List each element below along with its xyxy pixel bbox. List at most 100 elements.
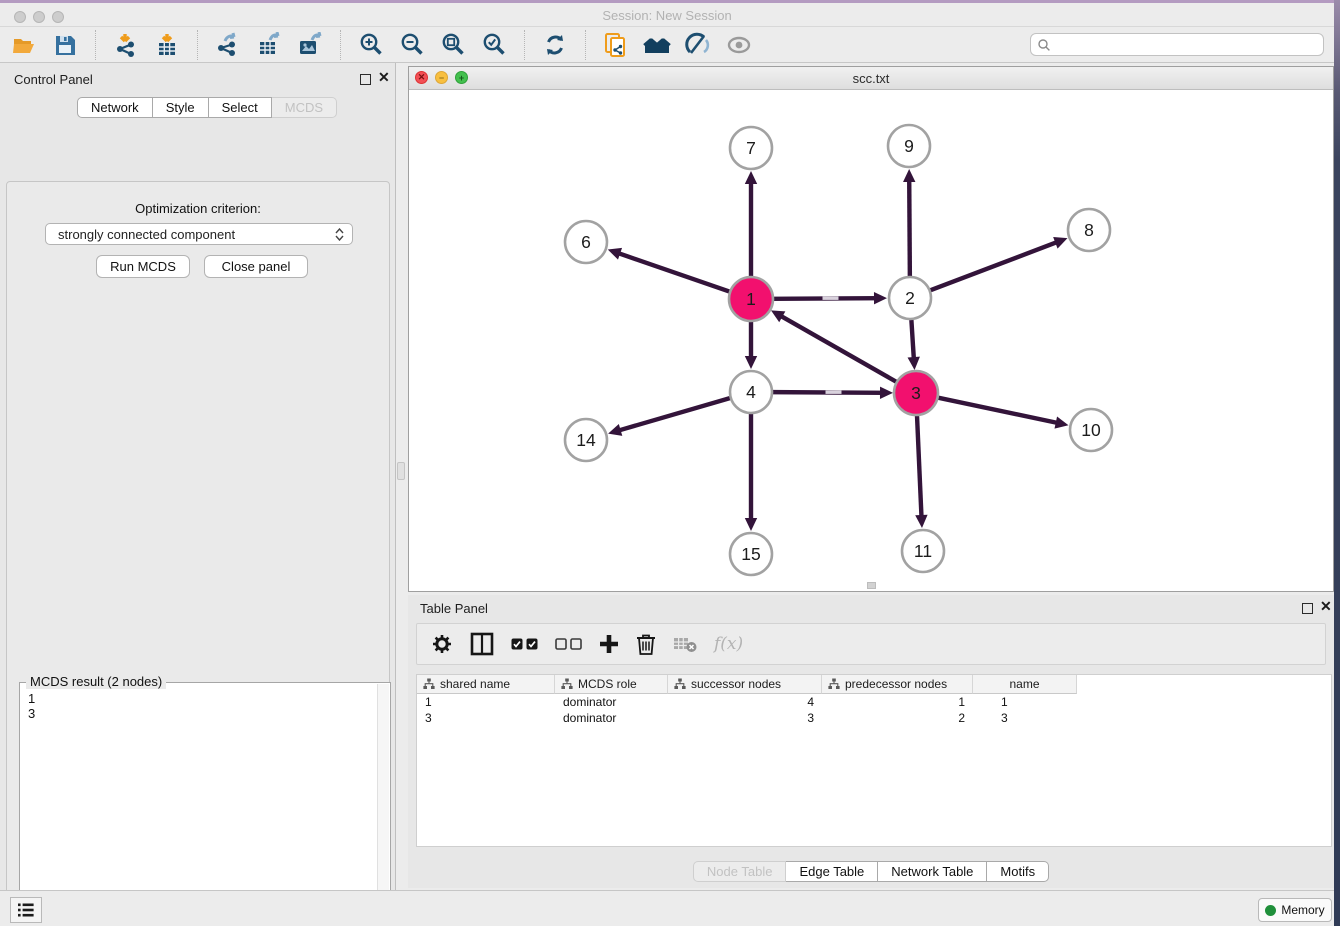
graph-edge-2-8[interactable] (931, 241, 1060, 290)
status-bar: Memory (0, 890, 1334, 926)
criterion-dropdown-value: strongly connected component (58, 227, 235, 242)
table-cell: dominator (555, 710, 668, 726)
graph-node-label: 1 (746, 289, 756, 309)
table-cell: dominator (555, 694, 668, 710)
memory-status-dot (1265, 905, 1276, 916)
delete-row-trash-icon[interactable] (636, 630, 656, 658)
float-panel-icon[interactable] (360, 74, 371, 85)
tab-select[interactable]: Select (209, 97, 272, 118)
graph-node-label: 7 (746, 138, 756, 158)
close-panel-icon[interactable]: ✕ (378, 69, 390, 86)
network-resize-handle[interactable] (867, 582, 876, 589)
run-mcds-button[interactable]: Run MCDS (96, 255, 190, 278)
tab-network-table[interactable]: Network Table (878, 861, 987, 882)
edge-arrowhead-icon (903, 169, 915, 182)
close-table-panel-icon[interactable]: ✕ (1320, 598, 1332, 615)
tab-mcds[interactable]: MCDS (272, 97, 337, 118)
graph-node-label: 3 (911, 383, 921, 403)
hierarchy-icon (828, 678, 840, 690)
zoom-fit-icon[interactable] (439, 31, 467, 59)
graph-edge-4-14[interactable] (617, 398, 730, 431)
hierarchy-icon (674, 678, 686, 690)
table-row[interactable]: 1dominator411 (417, 694, 1331, 710)
memory-button-label: Memory (1281, 903, 1324, 917)
graph-edge-2-3[interactable] (911, 320, 914, 361)
node-table[interactable]: shared nameMCDS role successor nodes prede… (416, 674, 1332, 847)
splitter-handle[interactable] (397, 462, 405, 480)
network-canvas[interactable]: 7968124314101511 (409, 90, 1333, 591)
optimization-criterion-label: Optimization criterion: (7, 201, 389, 216)
network-from-selection-icon[interactable] (602, 31, 630, 59)
export-table-icon[interactable] (255, 31, 283, 59)
search-input[interactable] (1055, 38, 1317, 52)
criterion-dropdown[interactable]: strongly connected component (45, 223, 353, 245)
graph-edge-3-11[interactable] (917, 415, 922, 519)
apply-layout-icon[interactable] (541, 31, 569, 59)
export-image-icon[interactable] (296, 31, 324, 59)
float-table-panel-icon[interactable] (1302, 603, 1313, 614)
graph-edge-2-9[interactable] (909, 178, 910, 276)
table-cell: 3 (973, 710, 1077, 726)
edge-arrowhead-icon (745, 518, 757, 531)
toolbar-separator (524, 30, 525, 60)
column-header-name[interactable]: name (973, 675, 1077, 694)
graph-edge-3-1[interactable] (779, 315, 897, 382)
edge-label-mark (823, 297, 839, 300)
tab-style[interactable]: Style (153, 97, 209, 118)
hierarchy-icon (561, 678, 573, 690)
add-row-plus-icon[interactable] (599, 630, 619, 658)
table-panel-title: Table Panel (420, 601, 488, 616)
tab-motifs[interactable]: Motifs (987, 861, 1049, 882)
tab-network[interactable]: Network (77, 97, 153, 118)
tab-node-table[interactable]: Node Table (693, 861, 787, 882)
task-history-button[interactable] (10, 897, 42, 923)
edge-arrowhead-icon (1054, 416, 1068, 428)
tab-edge-table[interactable]: Edge Table (786, 861, 878, 882)
import-table-icon[interactable] (153, 31, 181, 59)
column-header-MCDS-role[interactable]: MCDS role (555, 675, 668, 694)
deselect-all-rows-icon[interactable] (555, 630, 582, 658)
memory-button[interactable]: Memory (1258, 898, 1332, 922)
main-titlebar: Session: New Session (0, 3, 1334, 27)
edge-label-mark (826, 391, 842, 394)
zoom-in-icon[interactable] (357, 31, 385, 59)
graph-node-label: 2 (905, 288, 915, 308)
window-title: Session: New Session (0, 8, 1334, 23)
save-session-icon[interactable] (51, 31, 79, 59)
table-toolbar: f(x) (416, 623, 1326, 665)
table-header-row: shared nameMCDS role successor nodes prede… (417, 675, 1331, 694)
graph-node-label: 11 (914, 541, 932, 561)
column-layout-icon[interactable] (470, 630, 494, 658)
table-cell: 1 (973, 694, 1077, 710)
zoom-selected-icon[interactable] (480, 31, 508, 59)
table-panel-tabs: Node TableEdge TableNetwork TableMotifs (693, 861, 1049, 882)
hide-selected-icon[interactable] (684, 31, 712, 59)
toolbar-separator (340, 30, 341, 60)
graph-edge-3-10[interactable] (938, 398, 1060, 424)
edge-arrowhead-icon (915, 515, 927, 528)
first-neighbors-icon[interactable] (643, 31, 671, 59)
table-panel: Table Panel ✕ (408, 595, 1334, 888)
graph-node-label: 6 (581, 232, 591, 252)
graph-edge-1-6[interactable] (616, 252, 730, 291)
graph-node-label: 8 (1084, 220, 1094, 240)
table-row[interactable]: 3dominator323 (417, 710, 1331, 726)
graph-node-label: 9 (904, 136, 914, 156)
application-window: Session: New Session (0, 0, 1340, 926)
column-header-successor-nodes[interactable]: successor nodes (668, 675, 822, 694)
open-session-icon[interactable] (10, 31, 38, 59)
import-network-icon[interactable] (112, 31, 140, 59)
select-all-rows-icon[interactable] (511, 630, 538, 658)
column-header-label: successor nodes (691, 677, 781, 691)
close-panel-button[interactable]: Close panel (204, 255, 308, 278)
zoom-out-icon[interactable] (398, 31, 426, 59)
table-cell: 4 (668, 694, 822, 710)
table-settings-gear-icon[interactable] (431, 630, 453, 658)
network-window-titlebar[interactable]: ✕ − + scc.txt (409, 67, 1333, 90)
export-network-icon[interactable] (214, 31, 242, 59)
hierarchy-icon (423, 678, 435, 690)
edge-arrowhead-icon (880, 387, 893, 399)
column-header-shared-name[interactable]: shared name (417, 675, 555, 694)
search-field[interactable] (1030, 33, 1324, 56)
column-header-predecessor-nodes[interactable]: predecessor nodes (822, 675, 973, 694)
